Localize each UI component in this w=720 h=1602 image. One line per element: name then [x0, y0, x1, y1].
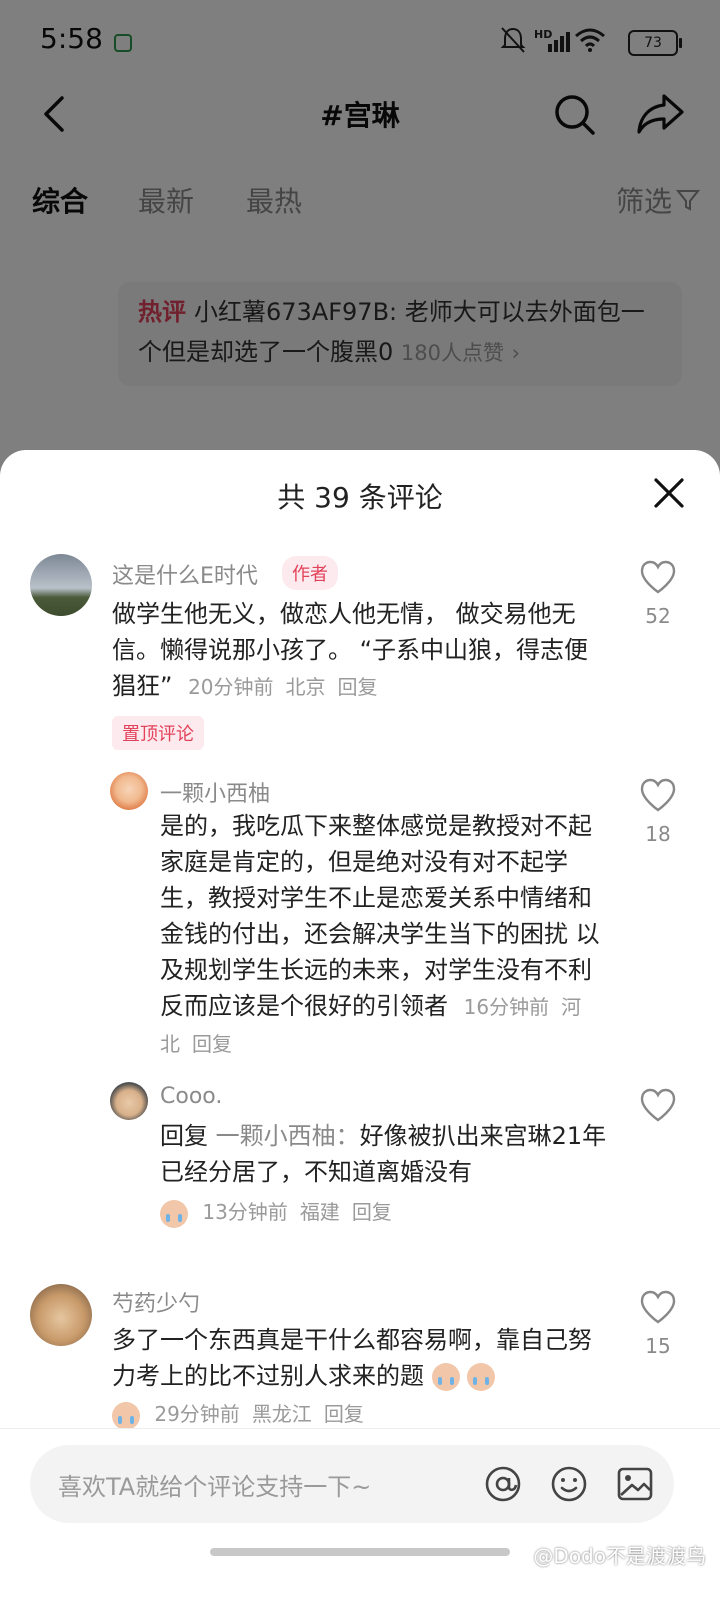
- like-button[interactable]: 18: [636, 778, 680, 846]
- like-button[interactable]: 15: [636, 1290, 680, 1358]
- comment-meta: 13分钟前 福建 回复: [160, 1196, 392, 1228]
- crying-emoji-icon: [160, 1199, 188, 1228]
- reply-prefix: 回复: [160, 1122, 208, 1150]
- comment-item: Cooo. 回复 一颗小西柚：好像被扒出来宫琳21年已经分居了，不知道离婚没有 …: [0, 1078, 720, 1238]
- comment-username[interactable]: 这是什么E时代: [112, 558, 258, 590]
- comment-meta: 29分钟前 黑龙江 回复: [112, 1398, 364, 1430]
- comment-location: 北京: [285, 675, 326, 699]
- comment-username[interactable]: 芍药少勺: [112, 1286, 200, 1318]
- watermark: @Dodo不是渡渡鸟: [533, 1544, 706, 1568]
- comment-count-title: 共 39 条评论: [277, 481, 443, 514]
- like-button[interactable]: 52: [636, 560, 680, 628]
- like-count: 15: [645, 1334, 671, 1358]
- close-icon[interactable]: [652, 476, 686, 510]
- comment-item: 一颗小西柚 是的，我吃瓜下来整体感觉是教授对不起家庭是肯定的，但是绝对没有对不起…: [0, 768, 720, 1068]
- mention-at-icon[interactable]: [484, 1465, 522, 1503]
- comment-input[interactable]: 喜欢TA就给个评论支持一下~: [30, 1445, 674, 1523]
- crying-emoji-icon: [431, 1363, 460, 1391]
- comment-time: 20分钟前: [188, 675, 274, 699]
- home-indicator[interactable]: [210, 1548, 510, 1556]
- crying-emoji-icon: [467, 1363, 496, 1391]
- comment-input-bar: 喜欢TA就给个评论支持一下~: [0, 1428, 720, 1539]
- like-button[interactable]: [636, 1088, 680, 1132]
- reply-button[interactable]: 回复: [324, 1402, 364, 1426]
- input-placeholder: 喜欢TA就给个评论支持一下~: [58, 1473, 372, 1501]
- reply-button[interactable]: 回复: [192, 1032, 232, 1056]
- comment-body: 是的，我吃瓜下来整体感觉是教授对不起家庭是肯定的，但是绝对没有对不起学生，教授对…: [160, 812, 600, 1020]
- comment-text[interactable]: 回复 一颗小西柚：好像被扒出来宫琳21年已经分居了，不知道离婚没有: [160, 1118, 610, 1190]
- comment-text[interactable]: 是的，我吃瓜下来整体感觉是教授对不起家庭是肯定的，但是绝对没有对不起学生，教授对…: [160, 808, 610, 1062]
- comment-time: 29分钟前: [154, 1402, 240, 1426]
- pinned-tag: 置顶评论: [112, 716, 204, 750]
- avatar[interactable]: [110, 772, 148, 810]
- comment-location: 福建: [299, 1200, 340, 1224]
- heart-icon: [640, 560, 676, 594]
- comment-username[interactable]: 一颗小西柚: [160, 776, 270, 808]
- reply-button[interactable]: 回复: [338, 675, 378, 699]
- comment-username[interactable]: Cooo.: [160, 1084, 222, 1109]
- emoji-smile-icon[interactable]: [550, 1465, 588, 1503]
- comment-text[interactable]: 多了一个东西真是干什么都容易啊，靠自己努力考上的比不过别人求来的题: [112, 1322, 612, 1394]
- like-count: 18: [645, 822, 671, 846]
- image-picker-icon[interactable]: [616, 1465, 654, 1503]
- comment-location: 黑龙江: [251, 1402, 312, 1426]
- comment-body: 多了一个东西真是干什么都容易啊，靠自己努力考上的比不过别人求来的题: [112, 1326, 592, 1390]
- heart-icon: [640, 778, 676, 812]
- reply-button[interactable]: 回复: [352, 1200, 392, 1224]
- comment-item: 这是什么E时代 作者 做学生他无义，做恋人他无情， 做交易他无信。懒得说那小孩了…: [0, 550, 720, 750]
- crying-emoji-icon: [112, 1401, 140, 1430]
- comment-time: 13分钟前: [202, 1200, 288, 1224]
- comment-text[interactable]: 做学生他无义，做恋人他无情， 做交易他无信。懒得说那小孩了。 “子系中山狼，得志…: [112, 596, 612, 705]
- like-count: 52: [645, 604, 671, 628]
- author-tag: 作者: [282, 556, 338, 590]
- comment-item: 芍药少勺 多了一个东西真是干什么都容易啊，靠自己努力考上的比不过别人求来的题 2…: [0, 1280, 720, 1430]
- reply-target-user[interactable]: 一颗小西柚：: [216, 1122, 360, 1150]
- heart-icon: [640, 1088, 676, 1122]
- avatar[interactable]: [110, 1082, 148, 1120]
- heart-icon: [640, 1290, 676, 1324]
- comment-time: 16分钟前: [463, 995, 550, 1019]
- avatar[interactable]: [30, 1284, 92, 1346]
- avatar[interactable]: [30, 554, 92, 616]
